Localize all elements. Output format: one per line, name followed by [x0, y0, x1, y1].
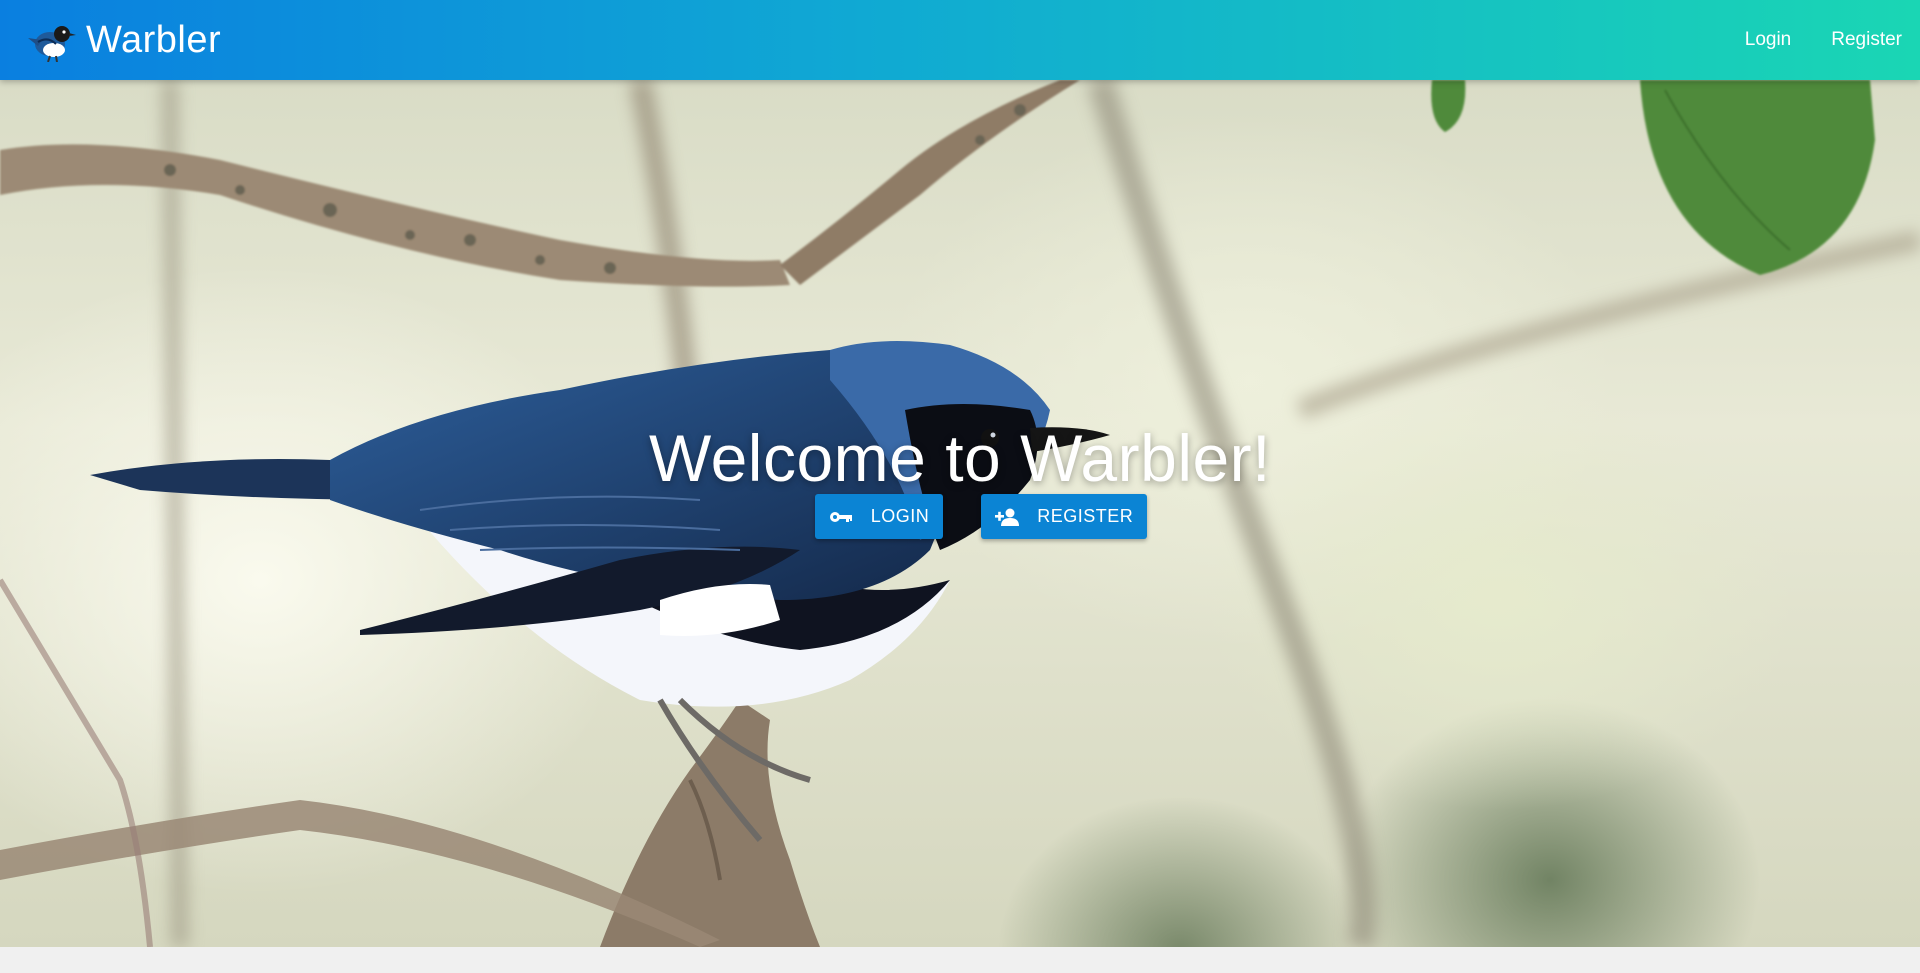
login-button[interactable]: LOGIN	[814, 494, 944, 539]
brand-name: Warbler	[86, 18, 222, 61]
hero-buttons: LOGIN REGISTER	[42, 494, 1920, 539]
footer-strip	[0, 947, 1920, 973]
register-button[interactable]: REGISTER	[981, 494, 1148, 539]
navbar: Warbler Login Register	[0, 0, 1920, 80]
hero-content: Welcome to Warbler! LOGIN REGISTER	[0, 420, 1920, 539]
warbler-bird-icon	[28, 26, 76, 62]
key-icon	[829, 511, 852, 522]
bird-figure	[90, 341, 1110, 842]
login-button-label: LOGIN	[870, 506, 930, 526]
nav-login-link[interactable]: Login	[1745, 29, 1792, 51]
hero-section: Welcome to Warbler! LOGIN REGISTER	[0, 80, 1920, 947]
brand-link[interactable]: Warbler	[24, 18, 221, 62]
nav-links: Login Register	[1705, 29, 1902, 51]
person-add-icon	[995, 508, 1020, 526]
nav-register-link[interactable]: Register	[1831, 29, 1902, 51]
register-button-label: REGISTER	[1037, 506, 1134, 526]
hero-title: Welcome to Warbler!	[649, 421, 1271, 495]
